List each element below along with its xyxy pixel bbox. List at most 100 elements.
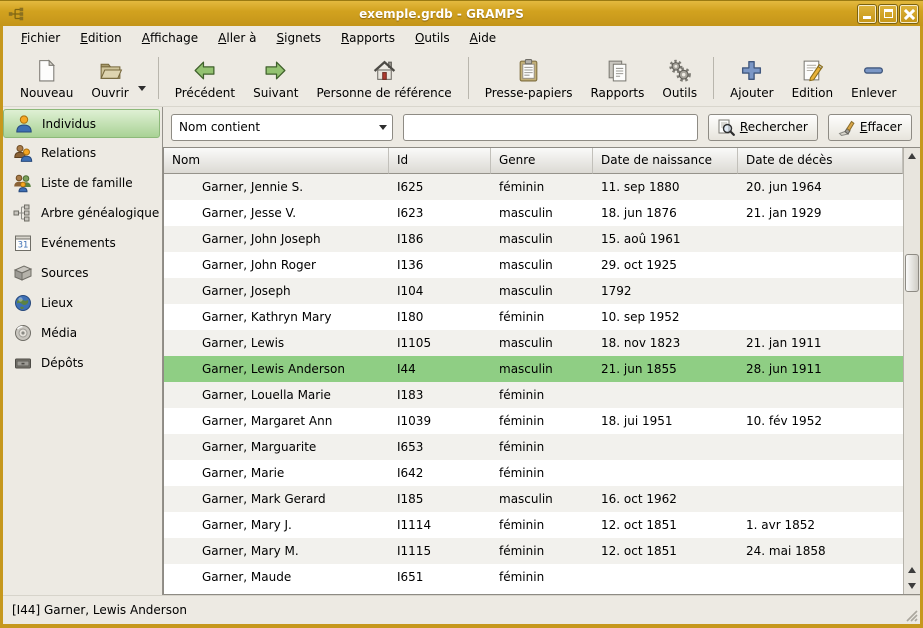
clipboard-button[interactable]: Presse-papiers (476, 51, 582, 105)
home-person-button[interactable]: Personne de référence (307, 51, 460, 105)
menu-aide[interactable]: Aide (460, 28, 507, 48)
minimize-button[interactable] (858, 5, 876, 23)
cell-naissance: 29. oct 1925 (593, 258, 738, 272)
cell-id: I1115 (389, 544, 491, 558)
sidebar-item-lieux[interactable]: Lieux (3, 288, 160, 318)
column-header-deces[interactable]: Date de décès (738, 148, 903, 174)
open-button[interactable]: Ouvrir (82, 51, 137, 105)
cell-deces: 28. jun 1911 (738, 362, 903, 376)
statusbar-text: [I44] Garner, Lewis Anderson (12, 603, 187, 617)
menu-signets[interactable]: Signets (267, 28, 332, 48)
add-button[interactable]: Ajouter (721, 51, 783, 105)
back-button[interactable]: Précédent (166, 51, 244, 105)
tool-label: Précédent (175, 86, 235, 100)
sidebar-item-depots[interactable]: Dépôts (3, 348, 160, 378)
sidebar-item-relations[interactable]: Relations (3, 138, 160, 168)
column-header-id[interactable]: Id (389, 148, 491, 174)
table-row[interactable]: Garner, Marguarite I653 féminin (164, 434, 903, 460)
tools-button[interactable]: Outils (653, 51, 706, 105)
table-row[interactable]: Garner, John Roger I136 masculin 29. oct… (164, 252, 903, 278)
search-input[interactable] (403, 114, 698, 141)
scrollbar-up-button-2[interactable] (904, 562, 920, 578)
column-header-genre[interactable]: Genre (491, 148, 593, 174)
search-button[interactable]: Rechercher (708, 114, 818, 141)
scrollbar-track[interactable] (904, 164, 920, 562)
table-row[interactable]: Garner, John Joseph I186 masculin 15. ao… (164, 226, 903, 252)
cell-id: I623 (389, 206, 491, 220)
resize-grip-icon[interactable] (904, 608, 918, 622)
cell-nom: Garner, John Roger (164, 258, 389, 272)
scrollbar-thumb[interactable] (905, 254, 919, 292)
toolbar-separator (158, 57, 159, 99)
forward-button[interactable]: Suivant (244, 51, 307, 105)
menu-edition[interactable]: Edition (70, 28, 132, 48)
cell-nom: Garner, Lewis Anderson (164, 362, 389, 376)
sidebar-item-arbre-genealogique[interactable]: Arbre généalogique (3, 198, 160, 228)
table-row[interactable]: Garner, Mark Gerard I185 masculin 16. oc… (164, 486, 903, 512)
titlebar[interactable]: exemple.grdb - GRAMPS (0, 0, 923, 26)
table-row[interactable]: Garner, Lewis I1105 masculin 18. nov 182… (164, 330, 903, 356)
cell-naissance: 12. oct 1851 (593, 518, 738, 532)
open-dropdown-button[interactable] (138, 64, 151, 91)
cell-nom: Garner, Kathryn Mary (164, 310, 389, 324)
relations-icon (13, 143, 33, 163)
menu-fichier[interactable]: Fichier (11, 28, 70, 48)
maximize-button[interactable] (879, 5, 897, 23)
edit-button[interactable]: Edition (783, 51, 843, 105)
cell-genre: féminin (491, 180, 593, 194)
table-row[interactable]: Garner, Maude I651 féminin (164, 564, 903, 590)
cell-naissance: 18. nov 1823 (593, 336, 738, 350)
tool-label: Edition (792, 86, 834, 100)
cell-genre: masculin (491, 362, 593, 376)
filter-field-select[interactable]: Nom contient (171, 114, 393, 141)
remove-button[interactable]: Enlever (842, 51, 905, 105)
table-row[interactable]: Garner, Jesse V. I623 masculin 18. jun 1… (164, 200, 903, 226)
column-header-naissance[interactable]: Date de naissance (593, 148, 738, 174)
table-row[interactable]: Garner, Mary J. I1114 féminin 12. oct 18… (164, 512, 903, 538)
filter-bar: Nom contient Rechercher (163, 107, 920, 147)
table-row[interactable]: Garner, Mary M. I1115 féminin 12. oct 18… (164, 538, 903, 564)
menu-aller-a[interactable]: Aller à (208, 28, 266, 48)
menu-outils[interactable]: Outils (405, 28, 460, 48)
table-row[interactable]: Garner, Kathryn Mary I180 féminin 10. se… (164, 304, 903, 330)
cell-id: I1114 (389, 518, 491, 532)
back-arrow-icon (192, 58, 217, 83)
sidebar-item-liste-de-famille[interactable]: Liste de famille (3, 168, 160, 198)
cell-genre: féminin (491, 544, 593, 558)
cell-nom: Garner, Marguarite (164, 440, 389, 454)
cell-nom: Garner, Mary M. (164, 544, 389, 558)
cell-id: I104 (389, 284, 491, 298)
clear-button[interactable]: Effacer (828, 114, 912, 141)
tool-label: Presse-papiers (485, 86, 573, 100)
sidebar-item-label: Individus (42, 117, 96, 131)
filter-field-value: Nom contient (172, 120, 374, 134)
person-icon (14, 114, 34, 134)
table-row-selected[interactable]: Garner, Lewis Anderson I44 masculin 21. … (164, 356, 903, 382)
new-button[interactable]: Nouveau (11, 51, 82, 105)
chevron-down-icon (138, 86, 146, 91)
sidebar-item-label: Arbre généalogique (41, 206, 159, 220)
table-row[interactable]: Garner, Joseph I104 masculin 1792 (164, 278, 903, 304)
table-row[interactable]: Garner, Jennie S. I625 féminin 11. sep 1… (164, 174, 903, 200)
tool-label: Ajouter (730, 86, 774, 100)
scrollbar-up-button[interactable] (904, 148, 920, 164)
sidebar-item-sources[interactable]: Sources (3, 258, 160, 288)
table-row[interactable]: Garner, Margaret Ann I1039 féminin 18. j… (164, 408, 903, 434)
close-button[interactable] (900, 5, 918, 23)
menu-affichage[interactable]: Affichage (132, 28, 208, 48)
window-title: exemple.grdb - GRAMPS (25, 7, 858, 21)
table-row[interactable]: Garner, Louella Marie I183 féminin (164, 382, 903, 408)
sidebar-item-individus[interactable]: Individus (3, 109, 160, 138)
menu-rapports[interactable]: Rapports (331, 28, 405, 48)
forward-arrow-icon (263, 58, 288, 83)
reports-button[interactable]: Rapports (581, 51, 653, 105)
cell-naissance: 21. jun 1855 (593, 362, 738, 376)
table-row[interactable]: Garner, Marie I642 féminin (164, 460, 903, 486)
column-header-nom[interactable]: Nom (164, 148, 389, 174)
tool-label: Enlever (851, 86, 896, 100)
sidebar-item-media[interactable]: Média (3, 318, 160, 348)
calendar-icon: 31 (13, 233, 33, 253)
sidebar-item-evenements[interactable]: 31 Evénements (3, 228, 160, 258)
vertical-scrollbar[interactable] (903, 148, 920, 594)
scrollbar-down-button[interactable] (904, 578, 920, 594)
